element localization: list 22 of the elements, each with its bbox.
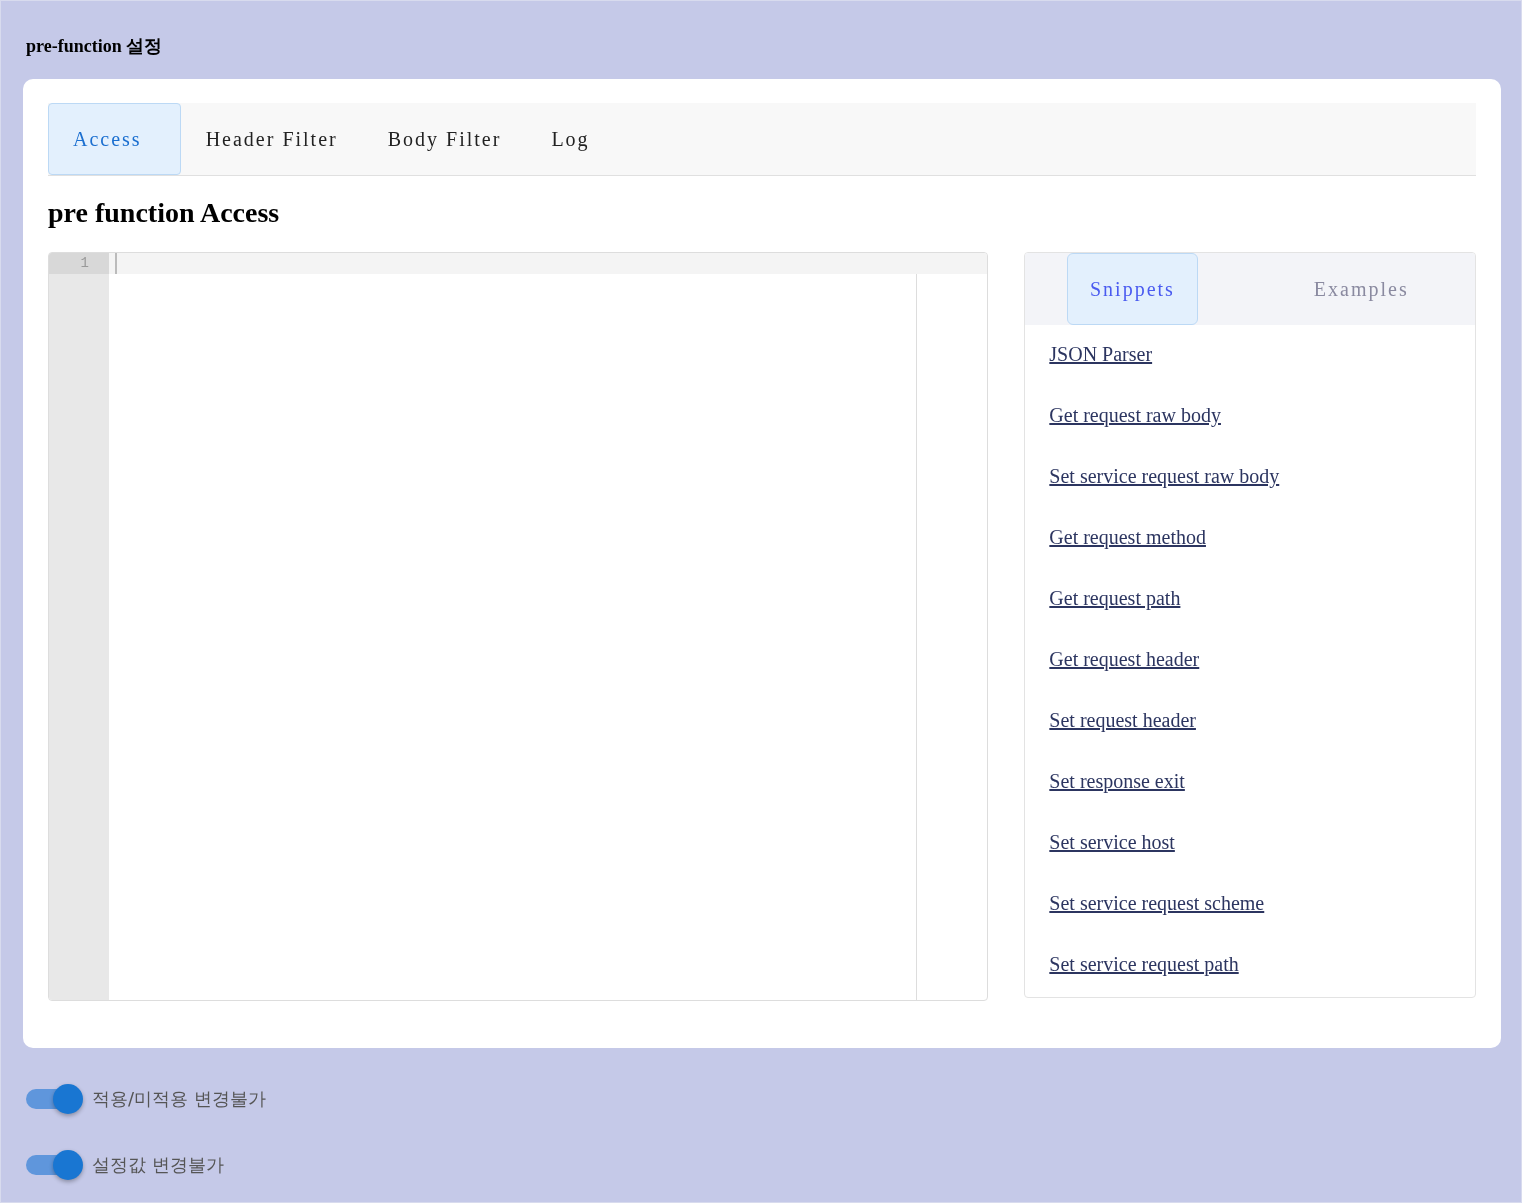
- tab[interactable]: Log: [526, 103, 615, 175]
- page-title: pre-function 설정: [26, 35, 164, 58]
- snippet-link[interactable]: Get request raw body: [1049, 403, 1221, 427]
- toggle-label: 설정값 변경불가: [92, 1153, 224, 1177]
- snippet-link[interactable]: Set request header: [1049, 708, 1196, 732]
- snippet-link[interactable]: Set service request raw body: [1049, 464, 1280, 488]
- line-number: 1: [49, 253, 109, 274]
- text-cursor: [115, 253, 117, 274]
- snippet-link[interactable]: Set service request scheme: [1049, 891, 1265, 915]
- snippet-link[interactable]: JSON Parser: [1049, 342, 1153, 366]
- tab[interactable]: Access: [48, 103, 181, 175]
- section-title: pre function Access: [48, 198, 281, 228]
- tab[interactable]: Snippets: [1067, 253, 1198, 325]
- snippet-link[interactable]: Get request header: [1049, 647, 1200, 671]
- snippet-link[interactable]: Set response exit: [1049, 769, 1185, 793]
- snippet-link[interactable]: Get request method: [1049, 525, 1206, 549]
- snippet-link[interactable]: Get request path: [1049, 586, 1181, 610]
- toggle-label: 적용/미적용 변경불가: [92, 1087, 266, 1111]
- tab[interactable]: Header Filter: [180, 103, 363, 175]
- tab[interactable]: Body Filter: [362, 103, 527, 175]
- snippet-link[interactable]: Set service host: [1049, 830, 1175, 854]
- snippet-link[interactable]: Set service request path: [1049, 952, 1239, 976]
